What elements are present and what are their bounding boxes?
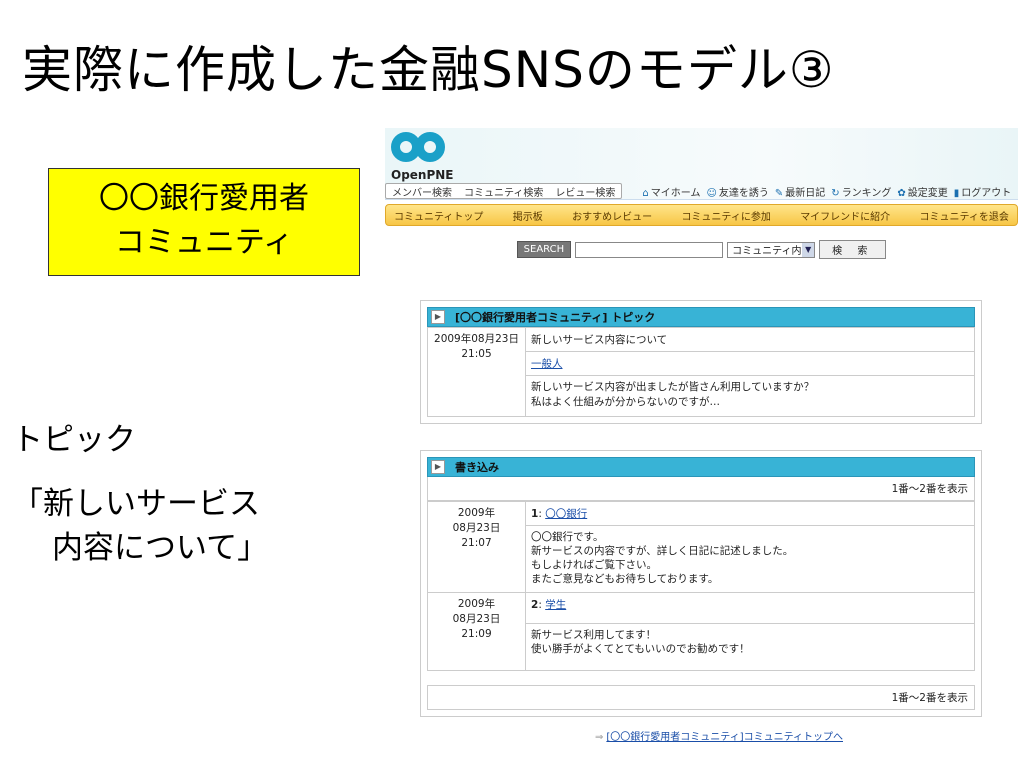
post-number: 1: [531, 508, 539, 520]
search-scope-value: コミュニティ内: [732, 246, 802, 257]
logo-text: OpenPNE: [391, 168, 454, 182]
openpne-logo[interactable]: OpenPNE: [391, 132, 454, 182]
topic-quote-line2: 内容について」: [52, 530, 269, 566]
topic-date: 2009年08月23日 21:05: [427, 327, 526, 417]
posts-header: ▶ 書き込み: [427, 457, 975, 477]
openpne-screenshot: OpenPNE メンバー検索 コミュニティ検索 レビュー検索 マイホーム 友達を…: [385, 128, 1018, 758]
menu-join[interactable]: コミュニティに参加: [681, 208, 770, 223]
menu-community-top[interactable]: コミュニティトップ: [394, 208, 483, 223]
tab-member-search[interactable]: メンバー検索: [386, 184, 458, 199]
menu-board[interactable]: 掲示板: [513, 208, 543, 223]
topic-header: ▶ [〇〇銀行愛用者コミュニティ] トピック: [427, 307, 975, 327]
nav-invite[interactable]: 友達を誘う: [706, 184, 769, 199]
post-author-link[interactable]: 学生: [545, 599, 566, 611]
post-body-line: 使い勝手がよくてとてもいいのでお勧めです！: [531, 642, 750, 655]
topic-author-link[interactable]: 一般人: [531, 358, 563, 370]
topic-title: 新しいサービス内容について: [525, 327, 975, 352]
post-body: 新サービス利用してます！ 使い勝手がよくてとてもいいのでお勧めです！: [525, 622, 975, 672]
menu-introduce[interactable]: マイフレンドに紹介: [800, 208, 890, 223]
topic-header-text: [〇〇銀行愛用者コミュニティ] トピック: [455, 311, 656, 324]
nav-myhome[interactable]: マイホーム: [642, 184, 701, 199]
post-title: 2: 学生: [525, 592, 975, 624]
topic-panel: ▶ [〇〇銀行愛用者コミュニティ] トピック 2009年08月23日 21:05…: [420, 300, 982, 424]
post-year: 2009年: [457, 507, 496, 519]
posts-range-top: 1番～2番を表示: [427, 477, 975, 501]
nav-settings[interactable]: 設定変更: [897, 184, 948, 199]
search-tabs: メンバー検索 コミュニティ検索 レビュー検索: [385, 183, 623, 199]
menu-leave[interactable]: コミュニティを退会: [920, 208, 1009, 223]
search-input[interactable]: [575, 241, 724, 258]
post-body: 〇〇銀行です。 新サービスの内容ですが、詳しく日記に記述しました。 もしよければ…: [525, 525, 975, 593]
arrow-icon: ⇒: [595, 732, 604, 743]
search-submit-button[interactable]: 検 索: [819, 240, 887, 259]
table-row: 2009年 08月23日 21:07 1: 〇〇銀行: [427, 501, 975, 593]
post-year: 2009年: [457, 598, 496, 610]
topic-quote-line1: 「新しいサービス: [12, 486, 260, 522]
posts-range-bottom: 1番～2番を表示: [427, 685, 975, 710]
chevron-down-icon: ▼: [802, 242, 815, 257]
menu-reviews[interactable]: おすすめレビュー: [572, 208, 652, 223]
box-line2: コミュニティ: [114, 225, 294, 260]
topic-date-day: 2009年08月23日: [434, 333, 519, 345]
box-line1: 〇〇銀行愛用者: [99, 181, 309, 216]
topic-date-time: 21:05: [461, 348, 492, 360]
nav-diary[interactable]: 最新日記: [775, 184, 825, 199]
search-label-button[interactable]: SEARCH: [516, 241, 572, 258]
posts-table: 2009年 08月23日 21:07 1: 〇〇銀行 〇〇銀行です。 新サービス…: [427, 501, 975, 672]
tab-community-search[interactable]: コミュニティ検索: [458, 184, 549, 199]
post-body-line: またご意見などもお待ちしております。: [531, 573, 719, 585]
logo-mark-icon: [391, 132, 453, 170]
post-title: 1: 〇〇銀行: [525, 501, 975, 526]
post-time: 21:07: [461, 537, 492, 549]
post-monthday: 08月23日: [452, 522, 501, 534]
topic-body: 新しいサービス内容が出ましたが皆さん利用していますか？ 私はよく仕組みが分からな…: [525, 375, 975, 417]
post-body-line: 新サービスの内容ですが、詳しく日記に記述しました。: [531, 545, 794, 557]
nav-ranking[interactable]: ランキング: [831, 184, 892, 199]
nav-logout[interactable]: ログアウト: [954, 184, 1011, 199]
post-body-line: もしよければご覧下さい。: [531, 559, 657, 571]
table-row: 2009年 08月23日 21:09 2: 学生: [427, 592, 975, 671]
search-bar: SEARCH コミュニティ内 ▼ 検 索: [385, 240, 1018, 259]
community-top-link-text[interactable]: [〇〇銀行愛用者コミュニティ]コミュニティトップへ: [606, 732, 843, 743]
posts-header-text: 書き込み: [455, 461, 499, 474]
post-body-line: 〇〇銀行です。: [531, 531, 604, 543]
top-nav: マイホーム 友達を誘う 最新日記 ランキング 設定変更 ログアウト: [642, 184, 1012, 199]
post-author-link[interactable]: 〇〇銀行: [545, 508, 587, 520]
post-body-line: 新サービス利用してます！: [531, 628, 657, 641]
post-monthday: 08月23日: [452, 613, 501, 625]
topic-label: トピック: [12, 422, 136, 458]
topic-body-line1: 新しいサービス内容が出ましたが皆さん利用していますか？: [531, 381, 815, 393]
arrow-icon: ▶: [431, 460, 445, 474]
community-top-link[interactable]: ⇒ [〇〇銀行愛用者コミュニティ]コミュニティトップへ: [595, 728, 843, 743]
community-name-box: 〇〇銀行愛用者 コミュニティ: [48, 168, 360, 276]
post-date: 2009年 08月23日 21:07: [427, 501, 526, 593]
topic-table: 2009年08月23日 21:05 新しいサービス内容について 一般人 新しいサ…: [427, 327, 975, 417]
topic-body-line2: 私はよく仕組みが分からないのですが…: [531, 396, 720, 408]
search-scope-select[interactable]: コミュニティ内 ▼: [727, 241, 816, 258]
slide-title: 実際に作成した金融SNSのモデル③: [22, 41, 835, 99]
post-time: 21:09: [461, 628, 492, 640]
post-date: 2009年 08月23日 21:09: [427, 592, 526, 671]
posts-panel: ▶ 書き込み 1番～2番を表示 2009年 08月23日 21:07 1: 〇〇…: [420, 450, 982, 717]
community-menu: コミュニティトップ 掲示板 おすすめレビュー コミュニティに参加 マイフレンドに…: [385, 204, 1018, 226]
tab-review-search[interactable]: レビュー検索: [549, 184, 621, 199]
header: OpenPNE メンバー検索 コミュニティ検索 レビュー検索 マイホーム 友達を…: [385, 128, 1018, 200]
post-number: 2: [531, 599, 539, 611]
arrow-icon: ▶: [431, 310, 445, 324]
